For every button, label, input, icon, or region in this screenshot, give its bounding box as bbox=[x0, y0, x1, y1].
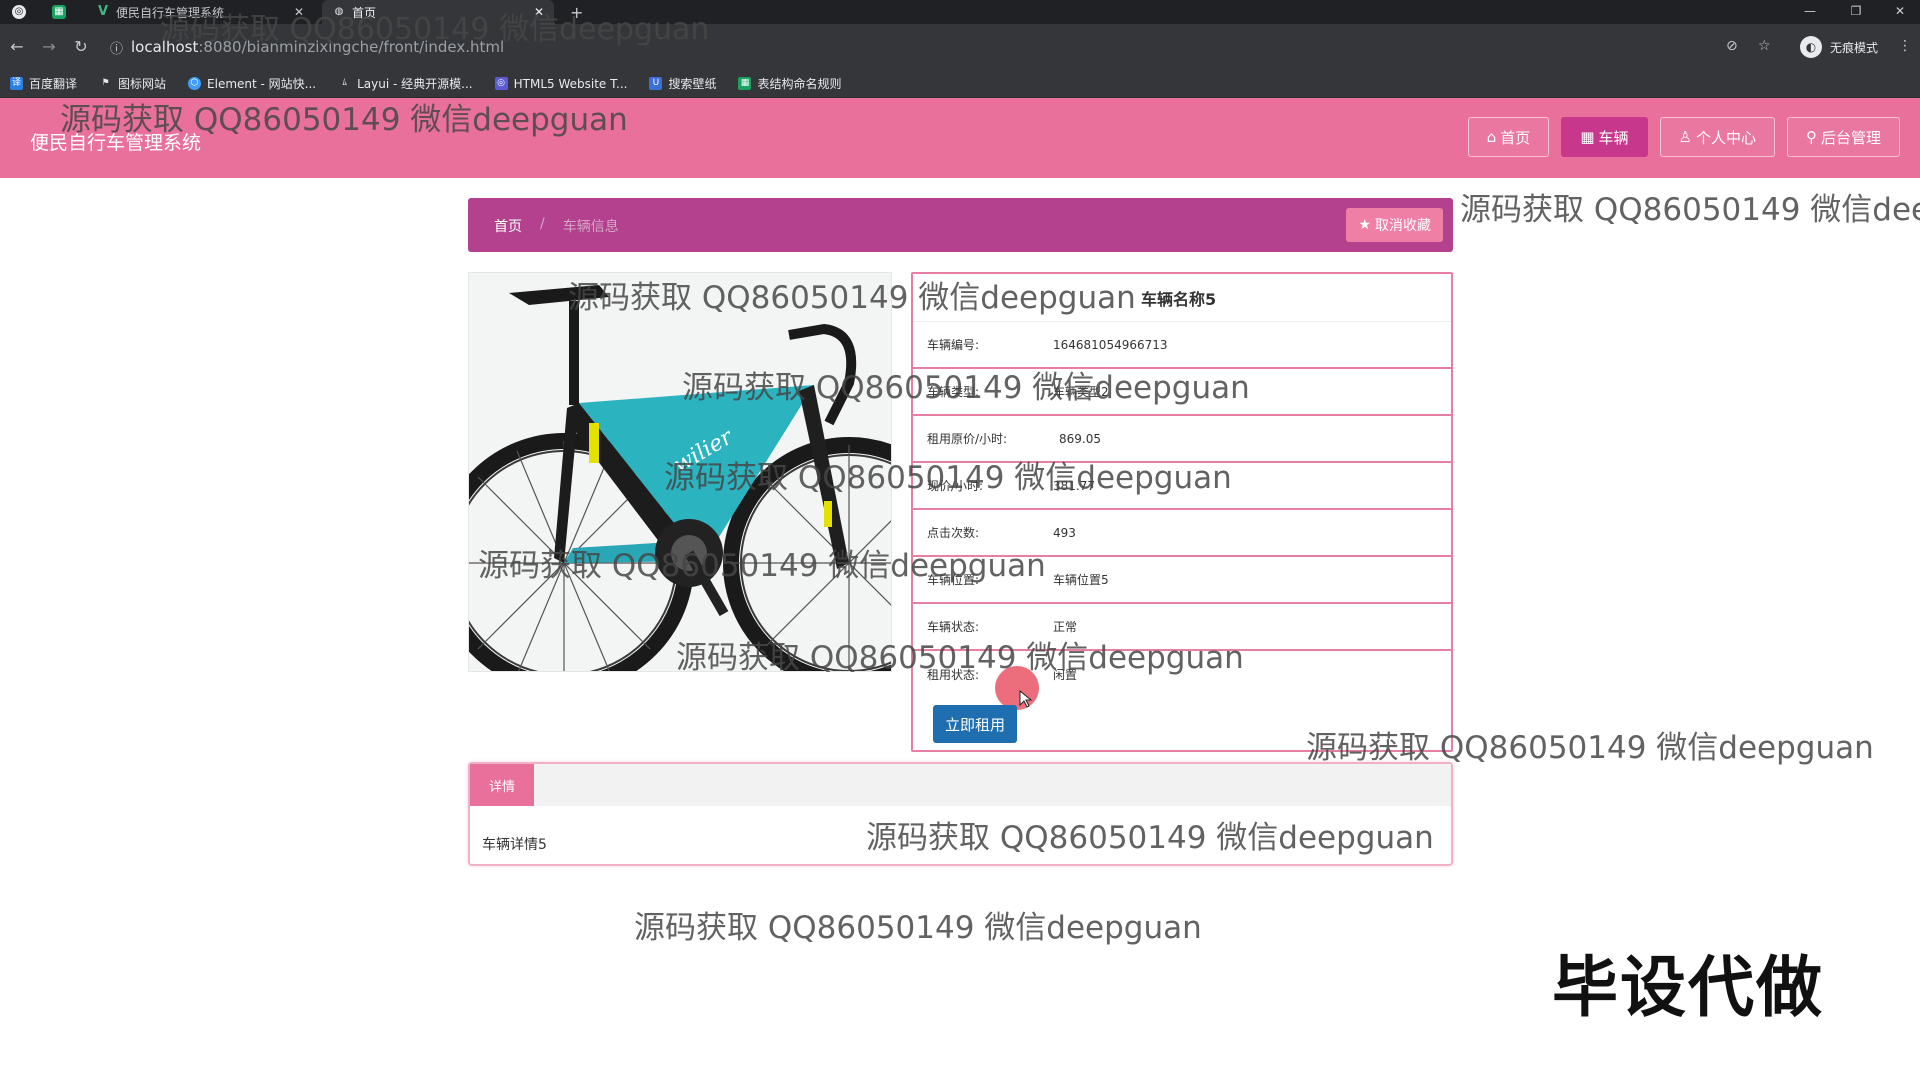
field-label: 点击次数: bbox=[927, 526, 980, 540]
field-label: 租用原价/小时: bbox=[927, 432, 1008, 446]
grid-icon: ▦ bbox=[1580, 128, 1595, 146]
watermark-text: 源码获取 QQ86050149 微信deepguan bbox=[568, 280, 1136, 316]
home-icon: ⌂ bbox=[1486, 128, 1497, 146]
translate-icon: 译 bbox=[10, 77, 23, 90]
top-navigation: ⌂ 首页 ▦ 车辆 ♙ 个人中心 ⚲ 后台管理 bbox=[1467, 117, 1900, 157]
watermark-text: 源码获取 QQ86050149 微信deepguan bbox=[866, 820, 1434, 856]
nav-label: 后台管理 bbox=[1820, 128, 1881, 147]
browser-tab-pinned[interactable]: ◎ bbox=[12, 0, 36, 24]
link-icon: ⚲ bbox=[1805, 128, 1817, 146]
bookmark-item[interactable]: ◎ HTML5 Website T... bbox=[494, 76, 628, 91]
vehicle-info-panel: 车辆名称5 车辆编号: 164681054966713 车辆类型: 车辆类型2 … bbox=[911, 272, 1453, 752]
watermark-text: 源码获取 QQ86050149 微信deepguan bbox=[676, 640, 1244, 676]
sheet-icon: ▦ bbox=[52, 5, 66, 19]
bookmark-item[interactable]: ⚑ 图标网站 bbox=[99, 75, 166, 92]
field-label: 车辆编号: bbox=[927, 338, 980, 352]
incognito-indicator[interactable]: ◐ 无痕模式 bbox=[1799, 35, 1878, 59]
html5-logo-icon: ◎ bbox=[494, 77, 508, 90]
nav-label: 车辆 bbox=[1598, 128, 1629, 147]
detail-content: 车辆详情5 bbox=[482, 837, 547, 853]
tab-detail[interactable]: 详情 bbox=[470, 764, 534, 806]
forward-icon[interactable]: → bbox=[38, 36, 60, 58]
nav-label: 个人中心 bbox=[1695, 128, 1756, 147]
nav-admin-button[interactable]: ⚲ 后台管理 bbox=[1786, 117, 1900, 157]
layui-logo-icon: ﾑ bbox=[338, 77, 352, 90]
field-value: 164681054966713 bbox=[1053, 337, 1168, 352]
vue-logo-icon: V bbox=[97, 4, 109, 19]
star-icon[interactable]: ☆ bbox=[1758, 38, 1771, 54]
bookmark-label: 表结构命名规则 bbox=[757, 77, 842, 91]
detail-tabs bbox=[470, 764, 1451, 806]
field-value: 869.05 bbox=[1059, 431, 1101, 446]
flag-icon: ⚑ bbox=[99, 77, 113, 90]
bookmark-item[interactable]: ▦ 表结构命名规则 bbox=[738, 75, 841, 92]
minimize-icon[interactable]: — bbox=[1790, 0, 1830, 24]
unfavorite-label: 取消收藏 bbox=[1375, 218, 1431, 234]
field-value: 车辆位置5 bbox=[1053, 573, 1109, 587]
cursor-icon bbox=[1019, 690, 1033, 708]
watermark-text: 源码获取 QQ86050149 微信deepguan bbox=[634, 910, 1202, 946]
watermark-text: 源码获取 QQ86050149 微信deepguan bbox=[60, 102, 628, 138]
bookmark-item[interactable]: ﾑ Layui - 经典开源模... bbox=[338, 75, 473, 92]
eye-off-icon[interactable]: ⊘ bbox=[1726, 38, 1738, 54]
bookmark-label: HTML5 Website T... bbox=[513, 76, 628, 91]
bookmark-item[interactable]: U 搜索壁纸 bbox=[649, 75, 716, 92]
user-icon: ♙ bbox=[1678, 128, 1692, 146]
watermark-text: 源码获取 QQ86050149 微信deepguan bbox=[1306, 730, 1874, 766]
watermark-text: 源码获取 QQ86050149 微信deepguan bbox=[160, 12, 710, 47]
close-window-icon[interactable]: ✕ bbox=[1880, 0, 1920, 24]
rent-now-button[interactable]: 立即租用 bbox=[933, 705, 1017, 743]
watermark-text: 源码获取 QQ86050149 微信deepguan bbox=[664, 460, 1232, 496]
breadcrumb-bar: 首页 / 车辆信息 ★ 取消收藏 bbox=[468, 198, 1453, 252]
star-icon: ★ bbox=[1358, 217, 1371, 233]
bookmark-label: 百度翻译 bbox=[29, 77, 78, 91]
browser-tab-pinned[interactable]: ▦ bbox=[52, 0, 76, 24]
restore-icon[interactable]: ❐ bbox=[1836, 0, 1876, 24]
incognito-icon: ◐ bbox=[1799, 36, 1822, 58]
info-icon[interactable]: ⓘ bbox=[110, 38, 123, 57]
watermark-text: 源码获取 QQ86050149 微信deep bbox=[1460, 192, 1920, 228]
watermark-text: 源码获取 QQ86050149 微信deepguan bbox=[478, 548, 1046, 584]
nav-label: 首页 bbox=[1500, 128, 1531, 147]
watermark-text: 源码获取 QQ86050149 微信deepguan bbox=[682, 370, 1250, 406]
incognito-label: 无痕模式 bbox=[1829, 40, 1878, 55]
unfavorite-button[interactable]: ★ 取消收藏 bbox=[1346, 208, 1443, 242]
menu-dots-icon[interactable]: ⋮ bbox=[1898, 38, 1912, 54]
bookmark-label: 图标网站 bbox=[118, 77, 167, 91]
bookmark-label: 搜索壁纸 bbox=[668, 77, 717, 91]
globe-icon: ◎ bbox=[12, 5, 26, 19]
nav-home-button[interactable]: ⌂ 首页 bbox=[1467, 117, 1550, 157]
promo-stamp: 毕设代做 bbox=[1552, 949, 1824, 1026]
reload-icon[interactable]: ↻ bbox=[70, 36, 92, 58]
nav-user-center-button[interactable]: ♙ 个人中心 bbox=[1659, 117, 1775, 157]
wallpaper-icon: U bbox=[649, 77, 663, 90]
field-value: 493 bbox=[1053, 525, 1076, 540]
sheet-icon: ▦ bbox=[738, 77, 752, 90]
nav-vehicles-button[interactable]: ▦ 车辆 bbox=[1561, 117, 1648, 157]
breadcrumb: 首页 / 车辆信息 bbox=[494, 216, 619, 236]
breadcrumb-home-link[interactable]: 首页 bbox=[494, 216, 522, 236]
bookmark-label: Layui - 经典开源模... bbox=[357, 77, 473, 91]
back-icon[interactable]: ← bbox=[6, 36, 28, 58]
breadcrumb-current: 车辆信息 bbox=[562, 219, 619, 235]
bookmark-label: Element - 网站快... bbox=[207, 77, 317, 91]
bookmark-item[interactable]: ⬡ Element - 网站快... bbox=[188, 75, 316, 92]
bookmark-item[interactable]: 译 百度翻译 bbox=[10, 75, 77, 92]
breadcrumb-separator: / bbox=[540, 216, 545, 232]
element-logo-icon: ⬡ bbox=[188, 77, 202, 90]
